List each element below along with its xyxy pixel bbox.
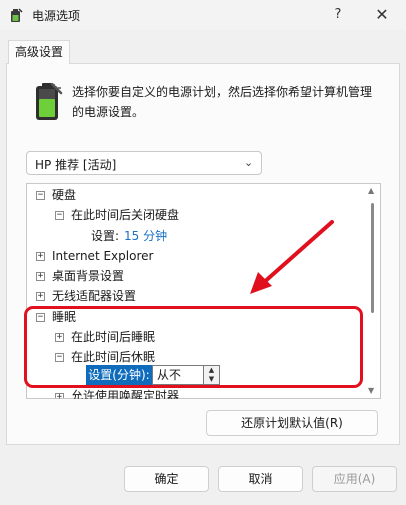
scroll-down-icon[interactable]: ▼ bbox=[368, 386, 374, 395]
collapse-toggle[interactable]: − bbox=[55, 211, 64, 220]
help-button[interactable]: ? bbox=[326, 4, 350, 26]
tab-advanced-settings[interactable]: 高级设置 bbox=[8, 40, 70, 64]
tree-item-hard-disk-setting-value[interactable]: 15 分钟 bbox=[124, 226, 167, 246]
ok-button[interactable]: 确定 bbox=[124, 466, 209, 492]
plan-select-value: HP 推荐 [活动] bbox=[35, 158, 117, 172]
battery-icon bbox=[36, 83, 63, 120]
window-title: 电源选项 bbox=[32, 9, 81, 23]
scroll-up-icon[interactable]: ▲ bbox=[368, 186, 374, 195]
expand-toggle[interactable]: + bbox=[55, 393, 64, 402]
tree-item-hard-disk-setting-label: 设置: bbox=[91, 229, 120, 243]
scrollbar-thumb[interactable] bbox=[371, 203, 374, 313]
description-text: 选择你要自定义的电源计划，然后选择你希望计算机管理的电源设置。 bbox=[72, 85, 373, 119]
cancel-button[interactable]: 取消 bbox=[218, 466, 303, 492]
expand-toggle[interactable]: + bbox=[36, 272, 45, 281]
apply-button[interactable]: 应用(A) bbox=[312, 466, 397, 492]
close-button[interactable]: ✕ bbox=[370, 4, 394, 26]
annotation-highlight-box bbox=[24, 306, 363, 388]
restore-defaults-button[interactable]: 还原计划默认值(R) bbox=[206, 410, 378, 436]
annotation-arrow-icon bbox=[250, 220, 334, 294]
tree-item-turn-off-hard-disk[interactable]: 在此时间后关闭硬盘 bbox=[71, 205, 179, 225]
expand-toggle[interactable]: + bbox=[36, 292, 45, 301]
power-options-icon bbox=[11, 8, 23, 22]
tree-item-wireless-adapter[interactable]: 无线适配器设置 bbox=[52, 286, 136, 306]
chevron-down-icon[interactable]: ⌄ bbox=[244, 156, 253, 169]
tree-item-desktop-background[interactable]: 桌面背景设置 bbox=[52, 266, 124, 286]
tree-item-hard-disk[interactable]: 硬盘 bbox=[52, 185, 76, 205]
tree-item-internet-explorer[interactable]: Internet Explorer bbox=[52, 246, 153, 266]
expand-toggle[interactable]: + bbox=[36, 252, 45, 261]
collapse-toggle[interactable]: − bbox=[36, 191, 45, 200]
